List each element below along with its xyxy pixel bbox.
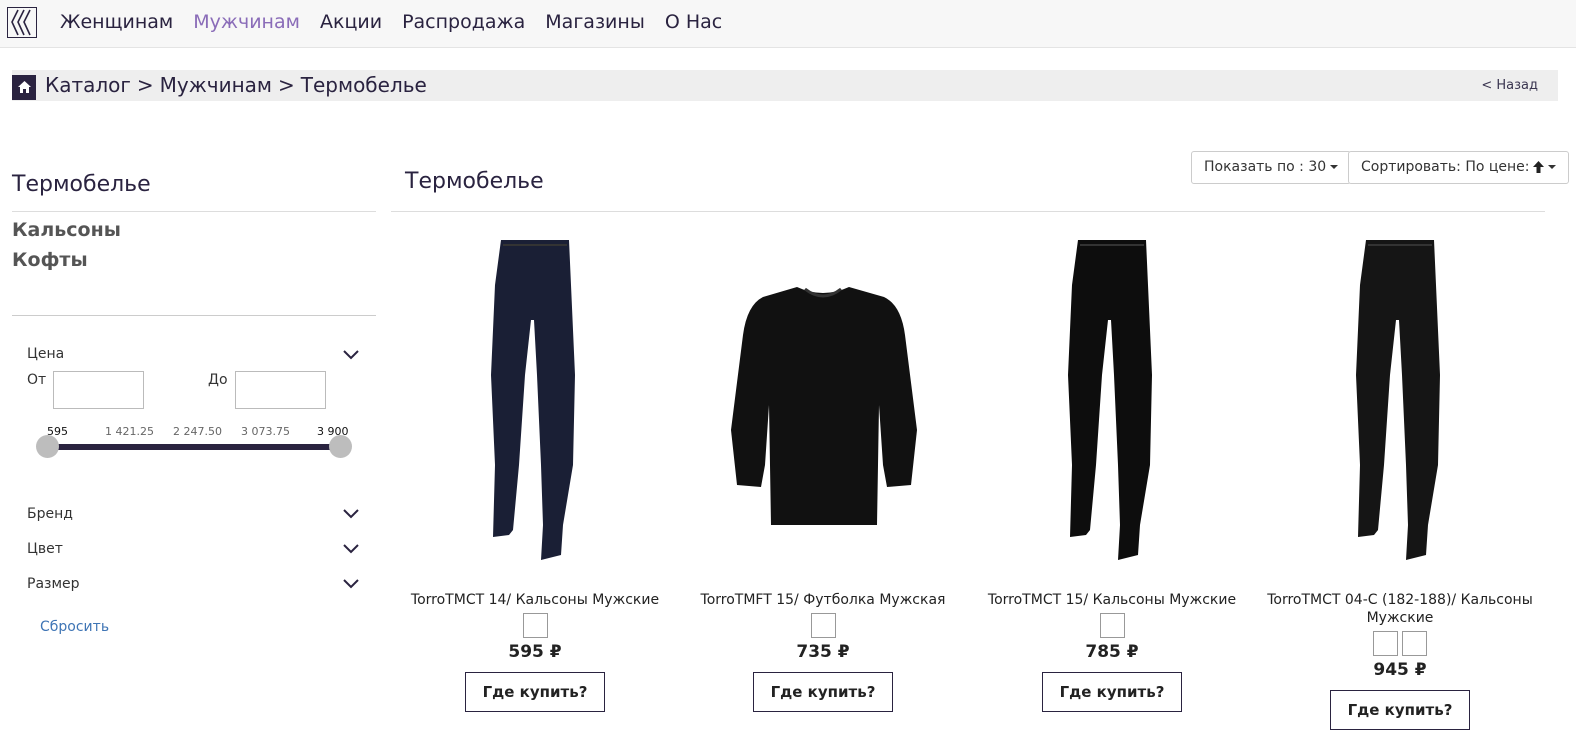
chevron-down-icon[interactable] <box>343 577 359 589</box>
color-swatch[interactable] <box>522 613 548 638</box>
price-to-label: До <box>208 372 228 388</box>
sidebar-title: Термобелье <box>12 172 151 197</box>
sort-label: Сортировать: По цене: <box>1361 159 1530 175</box>
price-slider-min-handle[interactable] <box>35 435 59 458</box>
size-filter-label[interactable]: Размер <box>27 576 80 592</box>
product-name[interactable]: TorroTMCT 14/ Кальсоны Мужские <box>391 591 679 609</box>
chevron-down-icon[interactable] <box>343 542 359 554</box>
divider <box>391 211 1545 212</box>
breadcrumb-separator: > <box>278 73 295 97</box>
caret-down-icon <box>1330 165 1339 169</box>
show-per-page-dropdown[interactable]: Показать по : 30 <box>1191 151 1352 184</box>
price-slider-max-handle[interactable] <box>328 435 352 458</box>
breadcrumb-item[interactable]: Каталог <box>45 73 131 97</box>
nav-menu: Женщинам Мужчинам Акции Распродажа Магазины О… <box>60 9 742 35</box>
breadcrumb-item[interactable]: Термобелье <box>301 73 427 97</box>
breadcrumb: Каталог > Мужчинам > Термобелье <box>45 73 433 97</box>
home-button[interactable] <box>12 75 36 100</box>
nav-item[interactable]: Акции <box>320 9 382 35</box>
product-price: 595 ₽ <box>508 642 562 662</box>
slider-tick-label: 3 073.75 <box>241 425 290 438</box>
breadcrumb-item[interactable]: Мужчинам <box>160 73 272 97</box>
price-to-input[interactable] <box>235 371 326 409</box>
category-link-kalsony[interactable]: Кальсоны <box>12 219 121 241</box>
product-image[interactable] <box>968 225 1256 575</box>
nav-item[interactable]: О Нас <box>665 9 722 35</box>
product-price: 735 ₽ <box>796 642 850 662</box>
nav-item[interactable]: Мужчинам <box>193 9 300 35</box>
reset-filters-link[interactable]: Сбросить <box>40 619 109 635</box>
category-link-kofty[interactable]: Кофты <box>12 249 88 271</box>
color-swatch[interactable] <box>1373 631 1398 656</box>
product-name[interactable]: TorroTMCT 15/ Кальсоны Мужские <box>968 591 1256 609</box>
where-to-buy-button[interactable]: Где купить? <box>465 672 605 712</box>
product-image[interactable] <box>679 225 967 575</box>
product-price: 785 ₽ <box>1085 642 1139 662</box>
price-from-input[interactable] <box>53 371 144 409</box>
nav-item[interactable]: Распродажа <box>402 9 525 35</box>
chevron-down-icon[interactable] <box>343 348 359 360</box>
product-price: 945 ₽ <box>1373 660 1427 680</box>
where-to-buy-button[interactable]: Где купить? <box>1330 690 1470 730</box>
slider-tick-label: 1 421.25 <box>105 425 154 438</box>
divider <box>12 211 376 212</box>
product-name[interactable]: TorroTMCT 04-C (182-188)/ Кальсоны Мужск… <box>1256 591 1544 627</box>
sort-dropdown[interactable]: Сортировать: По цене: <box>1348 151 1569 184</box>
color-swatch[interactable] <box>810 613 836 638</box>
back-link[interactable]: < Назад <box>1481 78 1538 93</box>
price-from-label: От <box>27 372 47 388</box>
breadcrumb-separator: > <box>136 73 154 97</box>
home-icon <box>17 81 31 93</box>
logo-icon <box>11 9 31 36</box>
divider <box>12 315 376 316</box>
where-to-buy-button[interactable]: Где купить? <box>753 672 893 712</box>
where-to-buy-button[interactable]: Где купить? <box>1042 672 1182 712</box>
top-navigation: Женщинам Мужчинам Акции Распродажа Магазины О… <box>0 0 1576 48</box>
product-image[interactable] <box>391 225 679 575</box>
page-title: Термобелье <box>405 169 544 194</box>
price-slider-track[interactable] <box>47 444 340 450</box>
nav-item[interactable]: Магазины <box>545 9 645 35</box>
arrow-up-icon <box>1532 161 1544 173</box>
slider-tick-label: 2 247.50 <box>173 425 222 438</box>
brand-logo[interactable] <box>7 7 37 38</box>
brand-filter-label[interactable]: Бренд <box>27 506 73 522</box>
color-filter-label[interactable]: Цвет <box>27 541 63 557</box>
nav-item[interactable]: Женщинам <box>60 9 173 35</box>
product-image[interactable] <box>1256 225 1544 575</box>
show-per-page-label: Показать по : 30 <box>1204 159 1327 175</box>
caret-down-icon <box>1547 165 1556 169</box>
chevron-down-icon[interactable] <box>343 507 359 519</box>
product-name[interactable]: TorroTMFT 15/ Футболка Мужская <box>679 591 967 609</box>
price-filter-label[interactable]: Цена <box>27 346 64 362</box>
breadcrumb-bar: Каталог > Мужчинам > Термобелье < Назад <box>12 70 1558 101</box>
color-swatch[interactable] <box>1402 631 1427 656</box>
color-swatch[interactable] <box>1099 613 1125 638</box>
